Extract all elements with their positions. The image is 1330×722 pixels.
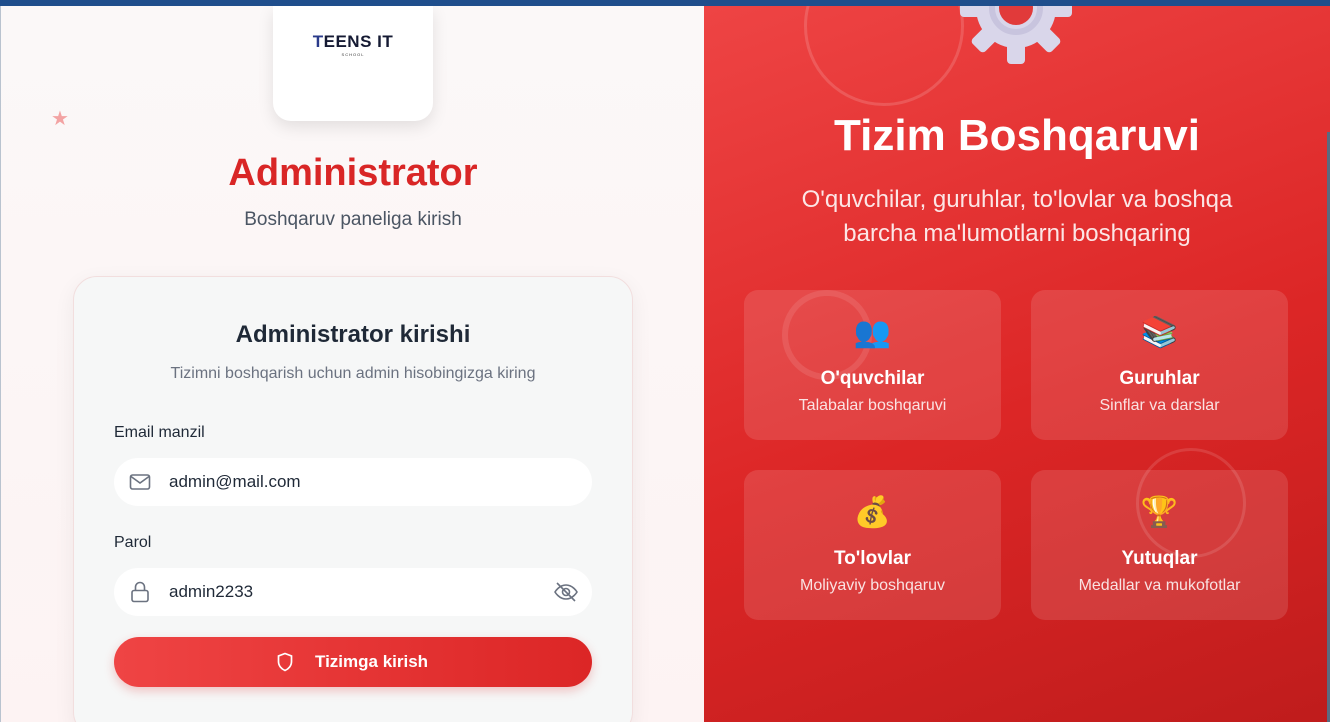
page-title: Administrator [228,152,478,194]
email-label: Email manzil [114,424,205,441]
form-description: Tizimni boshqarish uchun admin hisobingi… [170,365,536,382]
login-panel: ★ TEENS IT SCHOOL Administrator Boshqaru… [0,6,704,722]
feature-title: O'quvchilar [820,368,925,389]
decorative-ring [804,6,964,106]
email-value: admin@mail.com [169,472,301,491]
panel-description-line: O'quvchilar, guruhlar, to'lovlar va bosh… [801,186,1233,213]
password-label: Parol [114,534,152,551]
lock-icon [131,581,149,603]
login-form-card: Administrator kirishi Tizimni boshqarish… [73,276,633,722]
feature-subtitle: Sinflar va darslar [1099,397,1220,414]
feature-card-students: 👥 O'quvchilar Talabalar boshqaruvi [744,290,1001,440]
money-bag-icon: 💰 [853,496,892,529]
feature-subtitle: Moliyaviy boshqaruv [800,577,945,594]
info-panel: Tizim Boshqaruvi O'quvchilar, guruhlar, … [704,6,1330,722]
feature-card-groups: 📚 Guruhlar Sinflar va darslar [1031,290,1288,440]
mail-icon [129,474,151,490]
login-submit-button[interactable]: Tizimga kirish [114,637,592,687]
page-subtitle: Boshqaruv paneliga kirish [244,209,462,230]
shield-icon [277,652,293,672]
password-field[interactable]: admin2233 [114,568,592,616]
panel-title: Tizim Boshqaruvi [834,111,1200,160]
logo: TEENS IT [312,32,394,51]
submit-label: Tizimga kirish [315,652,429,671]
panel-description: O'quvchilar, guruhlar, to'lovlar va bosh… [704,183,1330,251]
gear-icon [960,6,1072,64]
form-title: Administrator kirishi [235,321,471,348]
logo-card: TEENS IT SCHOOL [273,6,433,121]
browser-top-bar [0,0,1330,6]
feature-subtitle: Medallar va mukofotlar [1078,577,1241,594]
panel-description-line: barcha ma'lumotlarni boshqaring [843,220,1191,247]
feature-title: Yutuqlar [1121,548,1198,569]
star-icon: ★ [51,108,69,130]
feature-card-payments: 💰 To'lovlar Moliyaviy boshqaruv [744,470,1001,620]
password-value: admin2233 [169,582,254,601]
eye-off-icon[interactable] [553,580,579,604]
feature-title: Guruhlar [1119,368,1200,389]
books-icon: 📚 [1140,316,1179,349]
email-field[interactable]: admin@mail.com [114,458,592,506]
trophy-icon: 🏆 [1140,496,1179,529]
feature-card-achievements: 🏆 Yutuqlar Medallar va mukofotlar [1031,470,1288,620]
logo-subtext: SCHOOL [341,52,365,57]
feature-title: To'lovlar [833,548,911,569]
feature-subtitle: Talabalar boshqaruvi [798,397,947,414]
users-icon: 👥 [853,316,892,349]
